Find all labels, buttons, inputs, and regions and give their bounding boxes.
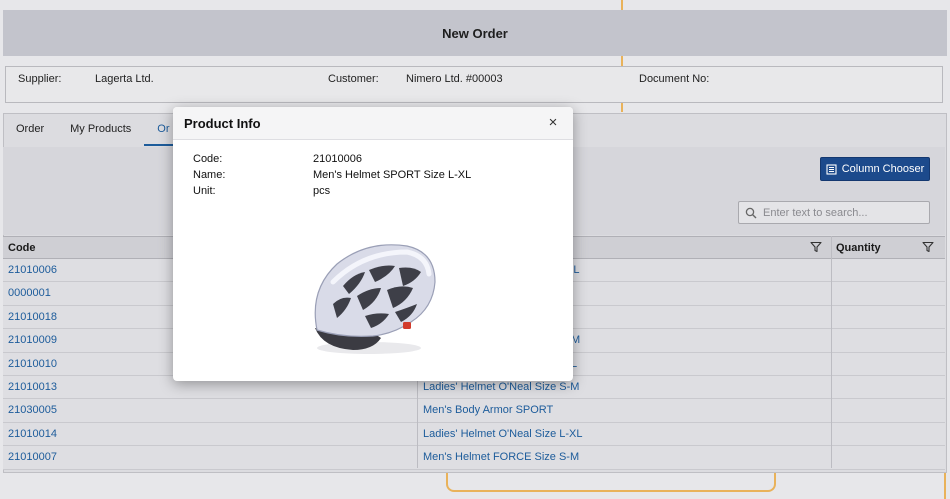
code-cell[interactable]: 21010006 [8,259,57,281]
code-cell[interactable]: 0000001 [8,282,51,304]
name-cell[interactable]: Men's Body Armor SPORT [423,399,553,421]
product-info-dialog: Product Info × Code: 21010006 Name: Men'… [173,107,573,381]
search-box [738,201,930,224]
customer-label: Customer: [328,73,379,85]
dialog-title: Product Info [184,116,261,131]
unit-label: Unit: [193,185,216,197]
table-row[interactable]: 21010014 Ladies' Helmet O'Neal Size L-XL [3,422,945,447]
supplier-value: Lagerta Ltd. [95,73,154,85]
code-value: 21010006 [313,153,362,165]
search-input[interactable] [763,206,923,219]
column-chooser-button[interactable]: Column Chooser [820,157,930,181]
search-icon [745,207,757,218]
columns-icon [826,163,837,175]
name-value: Men's Helmet SPORT Size L-XL [313,169,472,181]
column-header-quantity[interactable]: Quantity [836,237,881,259]
customer-value: Nimero Ltd. #00003 [406,73,503,85]
filter-icon[interactable] [922,241,934,253]
column-divider [831,236,832,468]
page-title: New Order [442,25,508,41]
table-row[interactable]: 21010007 Men's Helmet FORCE Size S-M [3,446,945,470]
table-row[interactable]: 21030005 Men's Body Armor SPORT [3,399,945,423]
close-icon[interactable]: × [545,115,561,131]
filter-icon[interactable] [810,241,822,253]
tab-my-products[interactable]: My Products [57,114,144,146]
column-header-code[interactable]: Code [8,237,36,259]
name-label: Name: [193,169,226,181]
column-chooser-label: Column Chooser [841,163,925,175]
document-no-label: Document No: [639,73,710,85]
code-cell[interactable]: 21010007 [8,446,57,468]
supplier-label: Supplier: [18,73,62,85]
product-image [314,244,436,354]
code-cell[interactable]: 21010013 [8,376,57,398]
code-cell[interactable]: 21010018 [8,306,57,328]
code-label: Code: [193,153,223,165]
tab-bar: Order My Products Or [3,114,183,146]
unit-value: pcs [313,185,331,197]
code-cell[interactable]: 21010010 [8,353,57,375]
tab-order[interactable]: Order [3,114,57,146]
order-info-bar: Supplier: Lagerta Ltd. Customer: Nimero … [5,66,943,103]
dialog-header: Product Info × [173,107,573,140]
code-cell[interactable]: 21010014 [8,423,57,445]
code-cell[interactable]: 21010009 [8,329,57,351]
code-cell[interactable]: 21030005 [8,399,57,421]
name-cell[interactable]: Ladies' Helmet O'Neal Size L-XL [423,423,583,445]
page-header: New Order [3,10,947,56]
name-cell[interactable]: Men's Helmet FORCE Size S-M [423,446,579,468]
